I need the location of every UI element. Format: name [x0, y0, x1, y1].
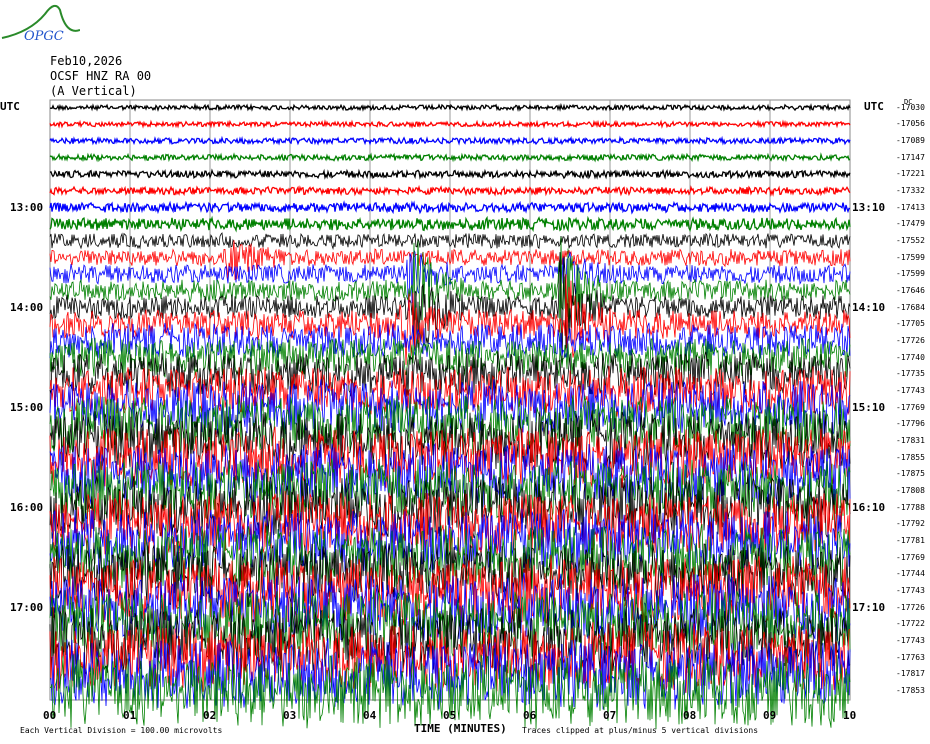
right-time-label: 13:10	[852, 200, 886, 214]
trace-dc-offset: -17763	[896, 652, 925, 662]
x-tick-label: 01	[123, 709, 137, 722]
trace-dc-offset: -17056	[896, 119, 925, 129]
trace-dc-offset: -17808	[896, 485, 925, 495]
left-time-label: 16:00	[10, 500, 44, 514]
trace-dc-offset: -17089	[896, 135, 925, 145]
trace-dc-offset: -17796	[896, 419, 925, 429]
trace-dc-offset: -17599	[896, 252, 925, 262]
trace-dc-offset: -17599	[896, 269, 925, 279]
helicorder-plot	[49, 99, 851, 730]
trace-dc-offset: -17221	[896, 169, 925, 179]
trace-dc-offset: -17726	[896, 602, 925, 612]
left-time-label: 14:00	[10, 300, 44, 314]
scale-note: Each Vertical Division = 100.00 microvol…	[20, 726, 223, 735]
trace-dc-offset: -17147	[896, 152, 925, 162]
x-tick-label: 04	[363, 709, 377, 722]
left-time-label: 17:00	[10, 600, 44, 614]
x-tick-label: 06	[523, 709, 537, 722]
right-time-label: 15:10	[852, 400, 886, 414]
x-tick-label: 00	[43, 709, 57, 722]
x-tick-label: 03	[283, 709, 297, 722]
trace-dc-offset: -17853	[896, 685, 925, 695]
trace-dc-offset: -17740	[896, 352, 925, 362]
x-tick-label: 02	[203, 709, 217, 722]
trace-dc-offset: -17792	[896, 519, 925, 529]
right-time-label: 14:10	[852, 300, 886, 314]
x-tick-label: 09	[763, 709, 777, 722]
trace-dc-offset: -17855	[896, 452, 925, 462]
trace-dc-offset: -17831	[896, 435, 925, 445]
trace-dc-offset: -17332	[896, 185, 925, 195]
trace-dc-offset: -17479	[896, 219, 925, 229]
x-tick-label: 08	[683, 709, 697, 722]
trace-dc-offset: -17030	[896, 102, 925, 112]
left-time-label: 13:00	[10, 200, 44, 214]
trace-dc-offset: -17743	[896, 585, 925, 595]
trace-dc-offset: -17684	[896, 302, 925, 312]
trace-dc-offset: -17743	[896, 385, 925, 395]
trace-dc-offset: -17781	[896, 535, 925, 545]
trace-dc-offset: -17744	[896, 569, 925, 579]
right-time-label: 17:10	[852, 600, 886, 614]
trace-dc-offset: -17817	[896, 669, 925, 679]
trace-dc-offset: -17788	[896, 502, 925, 512]
left-time-label: 15:00	[10, 400, 44, 414]
trace-dc-offset: -17705	[896, 319, 925, 329]
trace-dc-offset: -17743	[896, 635, 925, 645]
trace-dc-offset: -17413	[896, 202, 925, 212]
x-tick-label: 10	[843, 709, 857, 722]
clip-note: Traces clipped at plus/minus 5 vertical …	[522, 726, 759, 735]
trace-dc-offset: -17769	[896, 552, 925, 562]
trace-dc-offset: -17875	[896, 469, 925, 479]
x-tick-label: 07	[603, 709, 617, 722]
x-tick-label: 05	[443, 709, 457, 722]
trace-dc-offset: -17726	[896, 335, 925, 345]
trace-dc-offset: -17552	[896, 235, 925, 245]
trace-dc-offset: -17646	[896, 285, 925, 295]
trace-dc-offset: -17769	[896, 402, 925, 412]
trace-dc-offset: -17722	[896, 619, 925, 629]
x-axis-label: TIME (MINUTES)	[414, 722, 507, 735]
trace-dc-offset: -17735	[896, 369, 925, 379]
right-time-label: 16:10	[852, 500, 886, 514]
